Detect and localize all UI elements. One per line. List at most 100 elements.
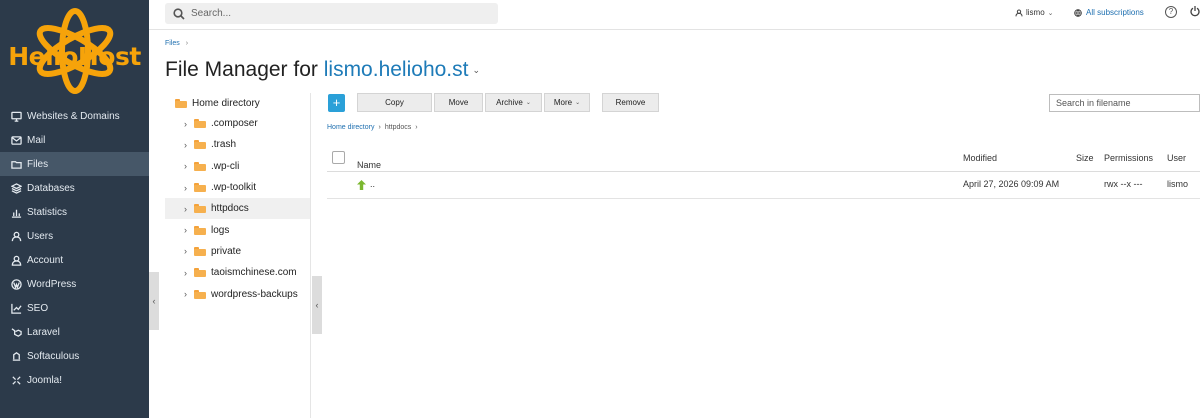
breadcrumb-separator: ›: [185, 40, 189, 47]
help-icon[interactable]: ?: [1165, 6, 1177, 18]
tree-item[interactable]: › .wp-cli: [165, 156, 310, 177]
sidebar-item-statistics[interactable]: Statistics: [0, 200, 149, 224]
tree-item[interactable]: › .trash: [165, 134, 310, 155]
column-user[interactable]: User: [1167, 153, 1186, 163]
copy-button[interactable]: Copy: [357, 93, 432, 112]
folder-icon: [194, 183, 206, 193]
add-button[interactable]: +: [328, 93, 345, 112]
chevron-down-icon[interactable]: ⌄: [472, 65, 480, 75]
tree-item-label: taoismchinese.com: [211, 267, 297, 279]
tree-item-label: wordpress-backups: [211, 288, 298, 300]
chevron-right-icon[interactable]: ›: [184, 289, 192, 299]
sidebar-item-databases[interactable]: Databases: [0, 176, 149, 200]
sidebar-item-account[interactable]: Account: [0, 248, 149, 272]
sidebar-item-files[interactable]: Files: [0, 152, 149, 176]
sidebar-item-label: Account: [27, 254, 64, 266]
sidebar: HelioHost Websites & Domains Mail Files …: [0, 0, 149, 418]
column-size[interactable]: Size: [1076, 153, 1094, 163]
sidebar-item-label: Laravel: [27, 326, 60, 338]
global-search[interactable]: [165, 3, 498, 24]
tree-item[interactable]: › .composer: [165, 113, 310, 134]
tree-item-label: logs: [211, 224, 230, 236]
chevron-right-icon[interactable]: ›: [184, 268, 192, 278]
tree-item[interactable]: › private: [165, 241, 310, 262]
tree-item-label: .wp-toolkit: [211, 182, 257, 194]
sidebar-item-softaculous[interactable]: Softaculous: [0, 344, 149, 368]
tree-item[interactable]: › taoismchinese.com: [165, 262, 310, 283]
chevron-right-icon[interactable]: ›: [184, 119, 192, 129]
mail-icon: [10, 134, 22, 146]
sidebar-item-seo[interactable]: SEO: [0, 296, 149, 320]
column-modified[interactable]: Modified: [963, 153, 997, 163]
sidebar-item-label: Databases: [27, 182, 75, 194]
tree-item[interactable]: › logs: [165, 219, 310, 240]
chevron-down-icon: ⌄: [575, 100, 581, 106]
sidebar-collapse-handle[interactable]: ‹: [149, 272, 159, 330]
tree-item-label: .composer: [211, 118, 258, 130]
heliohost-logo[interactable]: HelioHost: [0, 0, 149, 104]
folder-icon: [194, 140, 206, 150]
folder-icon: [194, 119, 206, 129]
file-name[interactable]: ..: [370, 179, 375, 189]
sidebar-item-laravel[interactable]: Laravel: [0, 320, 149, 344]
sidebar-item-label: Joomla!: [27, 374, 63, 386]
more-button[interactable]: More ⌄: [544, 93, 590, 112]
column-permissions[interactable]: Permissions: [1104, 153, 1153, 163]
sidebar-item-label: Files: [27, 158, 49, 170]
tree-item[interactable]: › .wp-toolkit: [165, 177, 310, 198]
sidebar-item-mail[interactable]: Mail: [0, 128, 149, 152]
filename-filter-input[interactable]: [1049, 94, 1200, 112]
bar-chart-icon: [10, 206, 22, 218]
sidebar-item-websites-domains[interactable]: Websites & Domains: [0, 104, 149, 128]
sidebar-item-users[interactable]: Users: [0, 224, 149, 248]
remove-label: Remove: [615, 98, 646, 107]
sidebar-item-label: Users: [27, 230, 54, 242]
top-bar: lismo ⌄ All subscriptions ?: [149, 0, 1200, 30]
folder-icon: [194, 204, 206, 214]
sidebar-item-joomla[interactable]: Joomla!: [0, 368, 149, 392]
file-permissions: rwx --x ---: [1104, 179, 1143, 189]
remove-button[interactable]: Remove: [602, 93, 659, 112]
archive-button[interactable]: Archive ⌄: [485, 93, 542, 112]
chevron-right-icon[interactable]: ›: [184, 225, 192, 235]
move-label: Move: [448, 98, 469, 107]
all-subscriptions-label: All subscriptions: [1086, 8, 1144, 17]
sidebar-item-wordpress[interactable]: WordPress: [0, 272, 149, 296]
page-title: File Manager for lismo.helioho.st ⌄: [165, 58, 480, 82]
softaculous-icon: [10, 350, 22, 362]
file-user: lismo: [1167, 179, 1189, 189]
folder-icon: [194, 268, 206, 278]
sidebar-item-label: Statistics: [27, 206, 68, 218]
chevron-right-icon[interactable]: ›: [184, 246, 192, 256]
select-all-checkbox[interactable]: [332, 151, 345, 164]
brand-name: HelioHost: [8, 41, 141, 71]
path-home-directory[interactable]: Home directory: [327, 124, 374, 131]
tree-item[interactable]: › wordpress-backups: [165, 283, 310, 304]
tree-collapse-handle[interactable]: ‹: [312, 276, 322, 334]
database-icon: [10, 182, 22, 194]
sidebar-item-label: Softaculous: [27, 350, 80, 362]
user-name: lismo: [1026, 8, 1045, 17]
monitor-icon: [10, 110, 22, 122]
table-row[interactable]: .. April 27, 2026 09:09 AM rwx --x --- l…: [327, 172, 1200, 199]
user-menu[interactable]: lismo ⌄: [1015, 8, 1054, 17]
move-button[interactable]: Move: [434, 93, 483, 112]
breadcrumb-separator: ›: [415, 124, 418, 131]
domain-selector[interactable]: lismo.helioho.st: [324, 58, 469, 81]
folder-icon: [194, 161, 206, 171]
breadcrumb-files[interactable]: Files: [165, 40, 180, 47]
chevron-right-icon[interactable]: ›: [184, 204, 192, 214]
chevron-right-icon[interactable]: ›: [184, 140, 192, 150]
tree-item-selected[interactable]: › httpdocs: [165, 198, 310, 220]
tree-item-label: httpdocs: [211, 203, 249, 215]
sidebar-item-label: SEO: [27, 302, 49, 314]
joomla-icon: [10, 374, 22, 386]
search-input[interactable]: [191, 8, 471, 19]
chevron-right-icon[interactable]: ›: [184, 183, 192, 193]
all-subscriptions-link[interactable]: All subscriptions: [1074, 8, 1144, 17]
folder-icon: [175, 98, 187, 108]
power-icon[interactable]: [1189, 5, 1200, 17]
tree-item-home-directory[interactable]: Home directory: [165, 93, 310, 113]
file-table-header: Name ↑ Modified Size Permissions User: [327, 146, 1200, 172]
chevron-right-icon[interactable]: ›: [184, 161, 192, 171]
